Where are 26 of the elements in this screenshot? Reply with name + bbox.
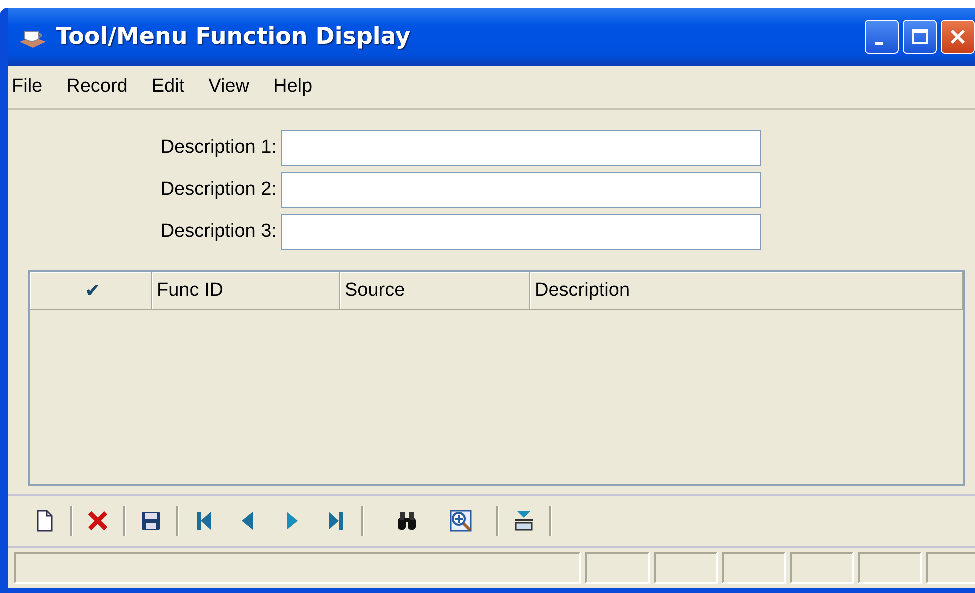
column-header[interactable]: Description: [530, 272, 963, 310]
field-label: Description 2:: [160, 179, 277, 201]
minimize-icon: [875, 42, 883, 45]
column-header[interactable]: ✔: [30, 272, 152, 310]
field-label: Description 3:: [160, 221, 277, 243]
menu-item[interactable]: File: [12, 76, 43, 98]
menu-item[interactable]: Help: [273, 76, 313, 98]
input-field[interactable]: [281, 172, 761, 208]
column-header[interactable]: Func ID: [152, 272, 340, 310]
menu-item[interactable]: Edit: [152, 76, 185, 98]
insert-row-icon: [512, 509, 536, 533]
zoom-in-icon: [449, 509, 473, 533]
close-button[interactable]: [941, 20, 975, 54]
field-label: Description 1:: [160, 137, 277, 159]
input-field[interactable]: [281, 214, 761, 250]
maximize-button[interactable]: [903, 20, 937, 54]
minimize-button[interactable]: [865, 20, 899, 54]
column-header[interactable]: Source: [340, 272, 530, 310]
cross-icon: [86, 509, 110, 533]
input-field[interactable]: [281, 130, 761, 166]
close-icon: [948, 27, 968, 47]
window-title: Tool/Menu Function Display: [56, 24, 412, 50]
menu-item[interactable]: View: [208, 76, 250, 98]
binoculars-icon: [395, 509, 419, 533]
menu-item[interactable]: Record: [66, 76, 128, 98]
maximize-icon: [910, 27, 930, 47]
